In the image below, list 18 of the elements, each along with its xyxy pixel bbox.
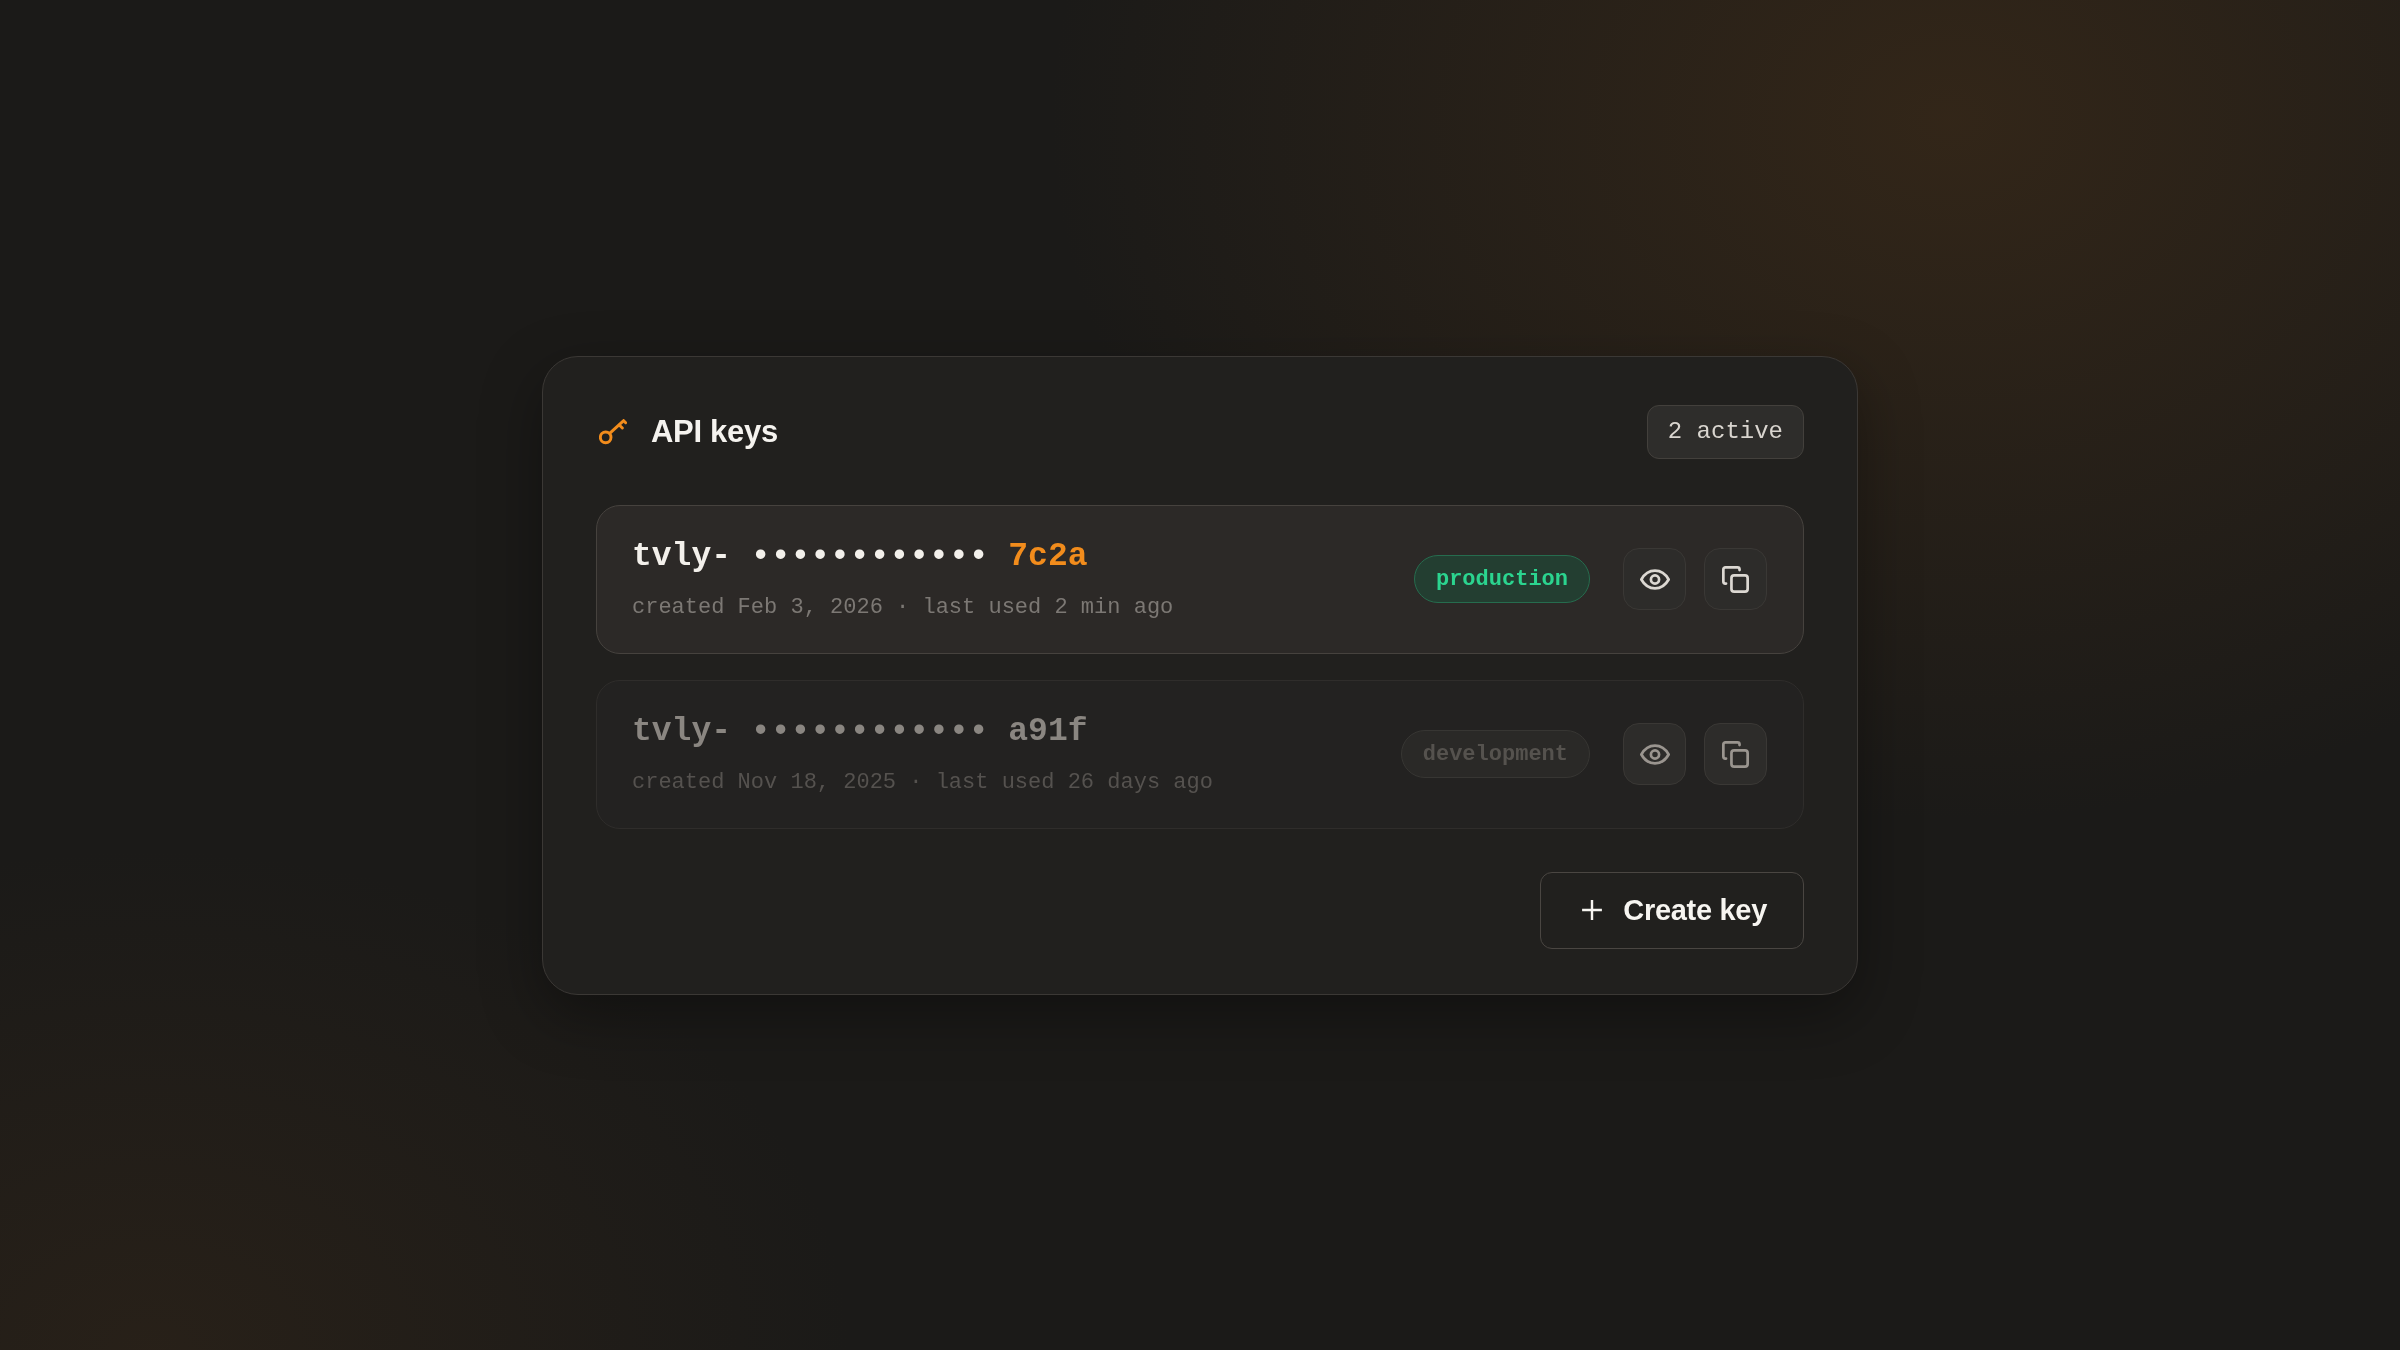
copy-button[interactable] — [1704, 548, 1767, 610]
eye-icon — [1639, 743, 1670, 765]
masked-api-key: tvly- •••••••••••• a91f — [632, 710, 1213, 754]
copy-button[interactable] — [1704, 723, 1767, 785]
panel-title: API keys — [651, 413, 778, 450]
eye-icon — [1639, 568, 1670, 590]
reveal-key-button[interactable] — [1623, 548, 1686, 610]
copy-icon — [1722, 740, 1749, 768]
reveal-key-button[interactable] — [1623, 723, 1686, 785]
key-usage-text: created Feb 3, 2026 · last used 2 min ago — [632, 594, 1174, 622]
create-key-button[interactable]: Create key — [1540, 871, 1804, 949]
copy-icon — [1722, 565, 1749, 593]
key-icon — [599, 418, 627, 445]
masked-api-key: tvly- •••••••••••• 7c2a — [632, 535, 1174, 579]
plus-icon — [1581, 899, 1604, 921]
environment-tag: production — [1413, 555, 1590, 603]
active-count-badge: 2 active — [1646, 404, 1804, 459]
api-key-row[interactable]: tvly- •••••••••••• 7c2a created Feb 3, 2026 · last used 2 min ago production — [596, 504, 1804, 654]
